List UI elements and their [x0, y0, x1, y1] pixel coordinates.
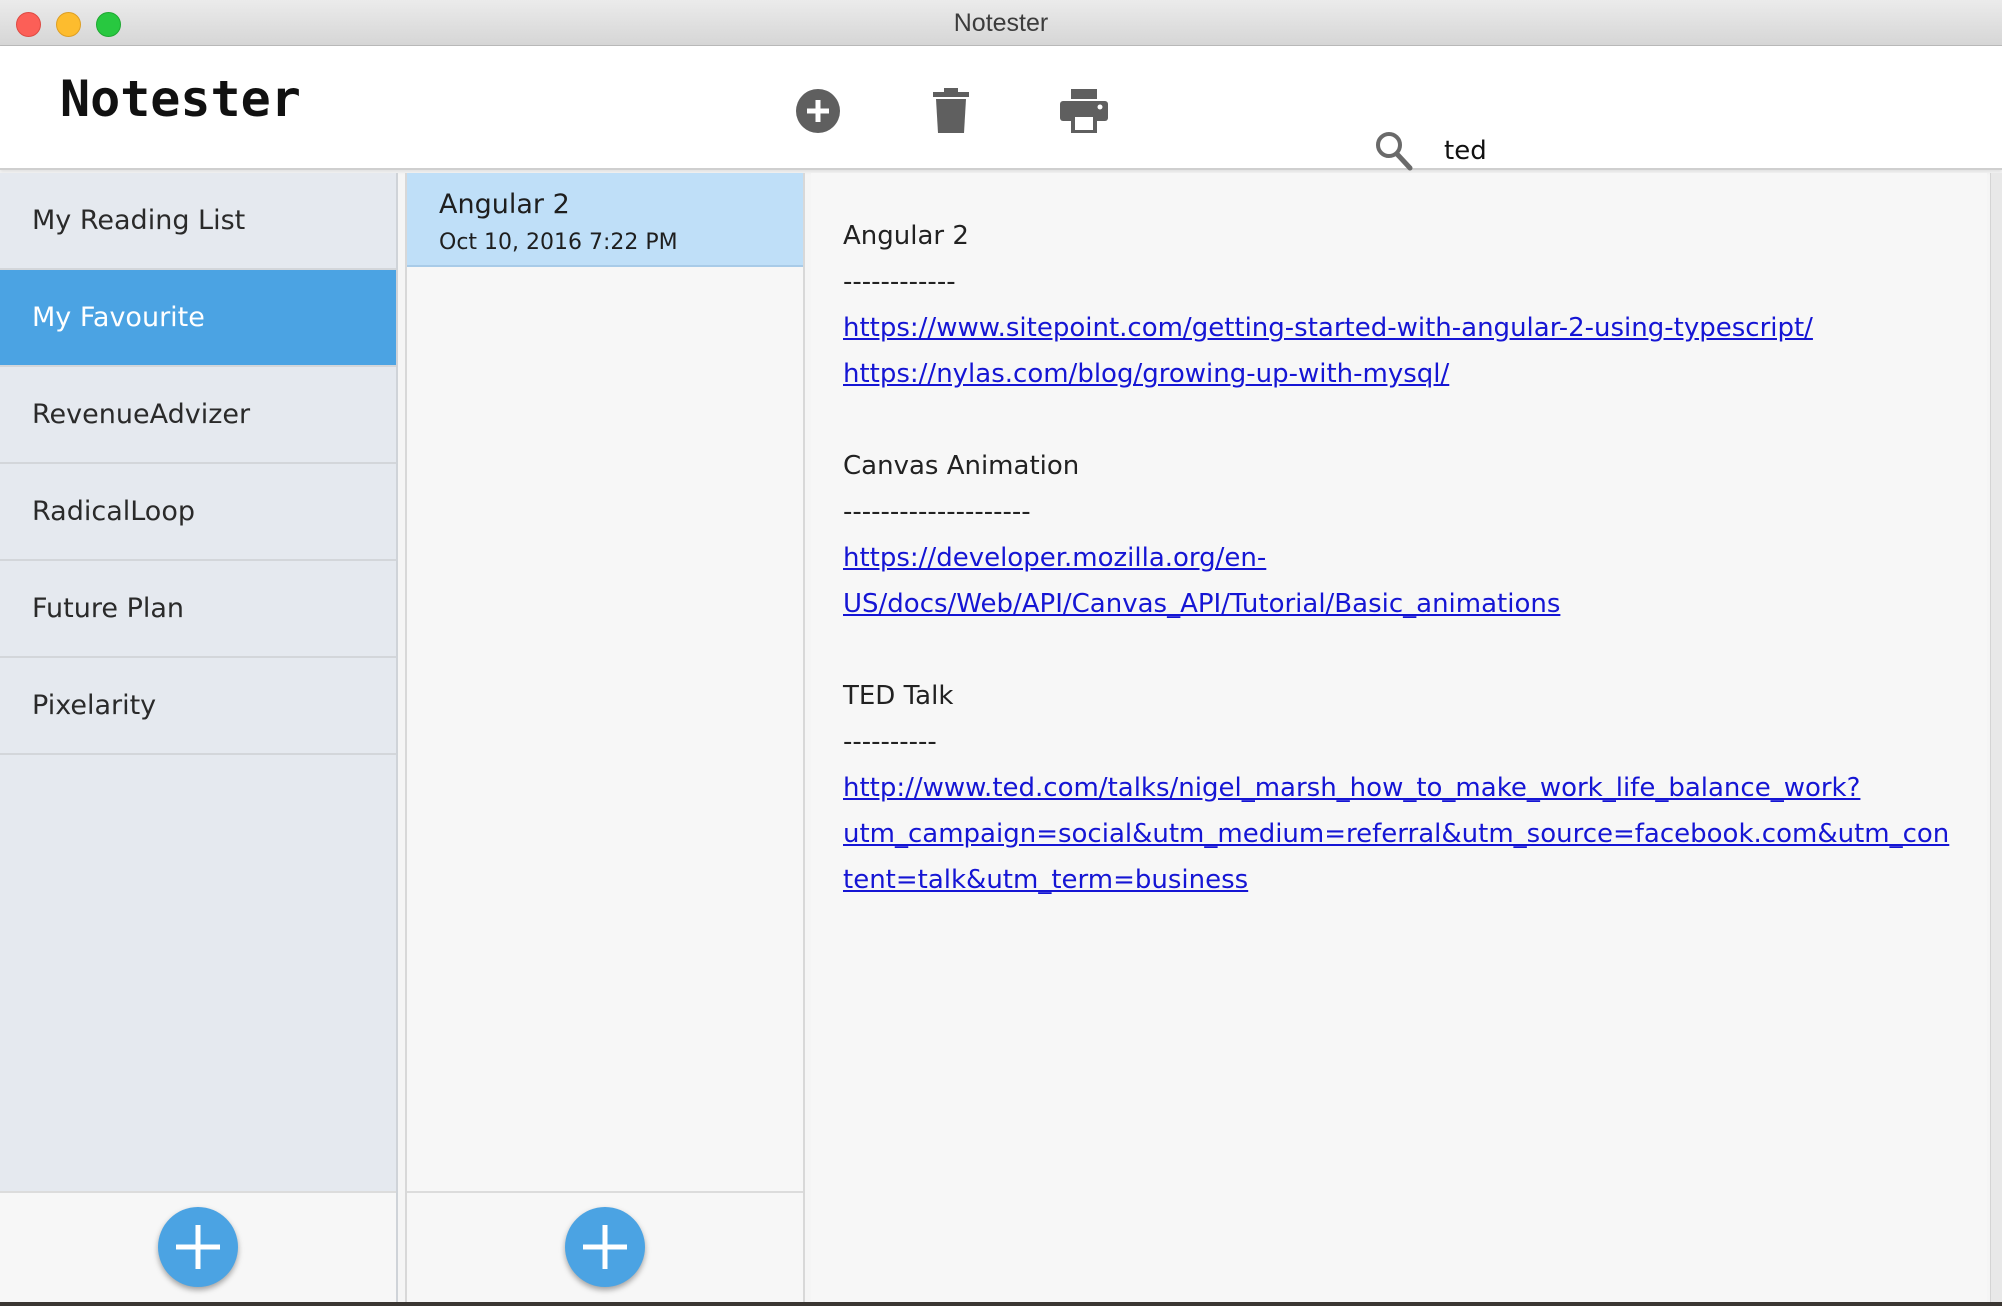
note-list-footer — [407, 1191, 803, 1302]
note-link[interactable]: https://nylas.com/blog/growing-up-with-m… — [843, 359, 1449, 389]
sidebar-item-label: My Reading List — [32, 205, 246, 236]
section-rule: ---------- — [843, 727, 937, 757]
sidebar-item-future-plan[interactable]: Future Plan — [0, 561, 396, 658]
notebook-sidebar: My Reading List My Favourite RevenueAdvi… — [0, 173, 398, 1302]
note-title: Angular 2 — [439, 189, 570, 220]
sidebar-item-radicalloop[interactable]: RadicalLoop — [0, 464, 396, 561]
section-heading: TED Talk — [843, 681, 954, 711]
search-icon — [1374, 130, 1414, 176]
list-item[interactable]: Angular 2 Oct 10, 2016 7:22 PM — [407, 173, 803, 267]
add-notebook-button[interactable] — [158, 1207, 238, 1287]
note-list: Angular 2 Oct 10, 2016 7:22 PM — [405, 173, 805, 1302]
sidebar-item-pixelarity[interactable]: Pixelarity — [0, 658, 396, 755]
app-title: Notester — [60, 70, 301, 128]
window-title: Notester — [953, 9, 1049, 37]
note-link[interactable]: utm_campaign=social&utm_medium=referral&… — [843, 819, 1949, 849]
note-link[interactable]: http://www.ted.com/talks/nigel_marsh_how… — [843, 773, 1860, 803]
note-link[interactable]: tent=talk&utm_term=business — [843, 865, 1248, 895]
content-scrollbar[interactable] — [1990, 173, 2002, 1302]
sidebar-item-label: Pixelarity — [32, 690, 157, 721]
title-bar: Notester — [0, 0, 2002, 46]
note-date: Oct 10, 2016 7:22 PM — [439, 230, 678, 255]
trash-icon — [933, 88, 969, 133]
note-link[interactable]: https://developer.mozilla.org/en- — [843, 543, 1266, 573]
plus-icon — [583, 1225, 627, 1269]
note-link[interactable]: US/docs/Web/API/Canvas_API/Tutorial/Basi… — [843, 589, 1560, 619]
sidebar-item-label: My Favourite — [32, 302, 205, 333]
app-header: Notester — [0, 46, 2002, 178]
sidebar-item-my-reading-list[interactable]: My Reading List — [0, 173, 396, 270]
plus-icon — [176, 1225, 220, 1269]
add-note-fab-button[interactable] — [565, 1207, 645, 1287]
sidebar-item-my-favourite[interactable]: My Favourite — [0, 270, 396, 367]
print-note-button[interactable] — [1059, 86, 1109, 136]
note-content[interactable]: Angular 2 ------------ https://www.sitep… — [811, 173, 1987, 1302]
sidebar-item-revenueadvizer[interactable]: RevenueAdvizer — [0, 367, 396, 464]
sidebar-item-label: Future Plan — [32, 593, 185, 624]
note-link[interactable]: https://www.sitepoint.com/getting-starte… — [843, 313, 1813, 343]
app-window: Notester Notester ted My Reading List My… — [0, 0, 2002, 1302]
section-heading: Canvas Animation — [843, 451, 1080, 481]
printer-icon — [1060, 89, 1108, 133]
sidebar-item-label: RevenueAdvizer — [32, 399, 251, 430]
plus-circle-icon — [796, 89, 840, 133]
sidebar-footer — [0, 1191, 396, 1302]
search-input[interactable] — [1420, 126, 1900, 178]
section-heading: Angular 2 — [843, 221, 969, 251]
section-rule: ------------ — [843, 267, 956, 297]
delete-note-button[interactable] — [926, 86, 976, 136]
add-note-button[interactable] — [793, 86, 843, 136]
sidebar-item-label: RadicalLoop — [32, 496, 195, 527]
section-rule: -------------------- — [843, 497, 1031, 527]
